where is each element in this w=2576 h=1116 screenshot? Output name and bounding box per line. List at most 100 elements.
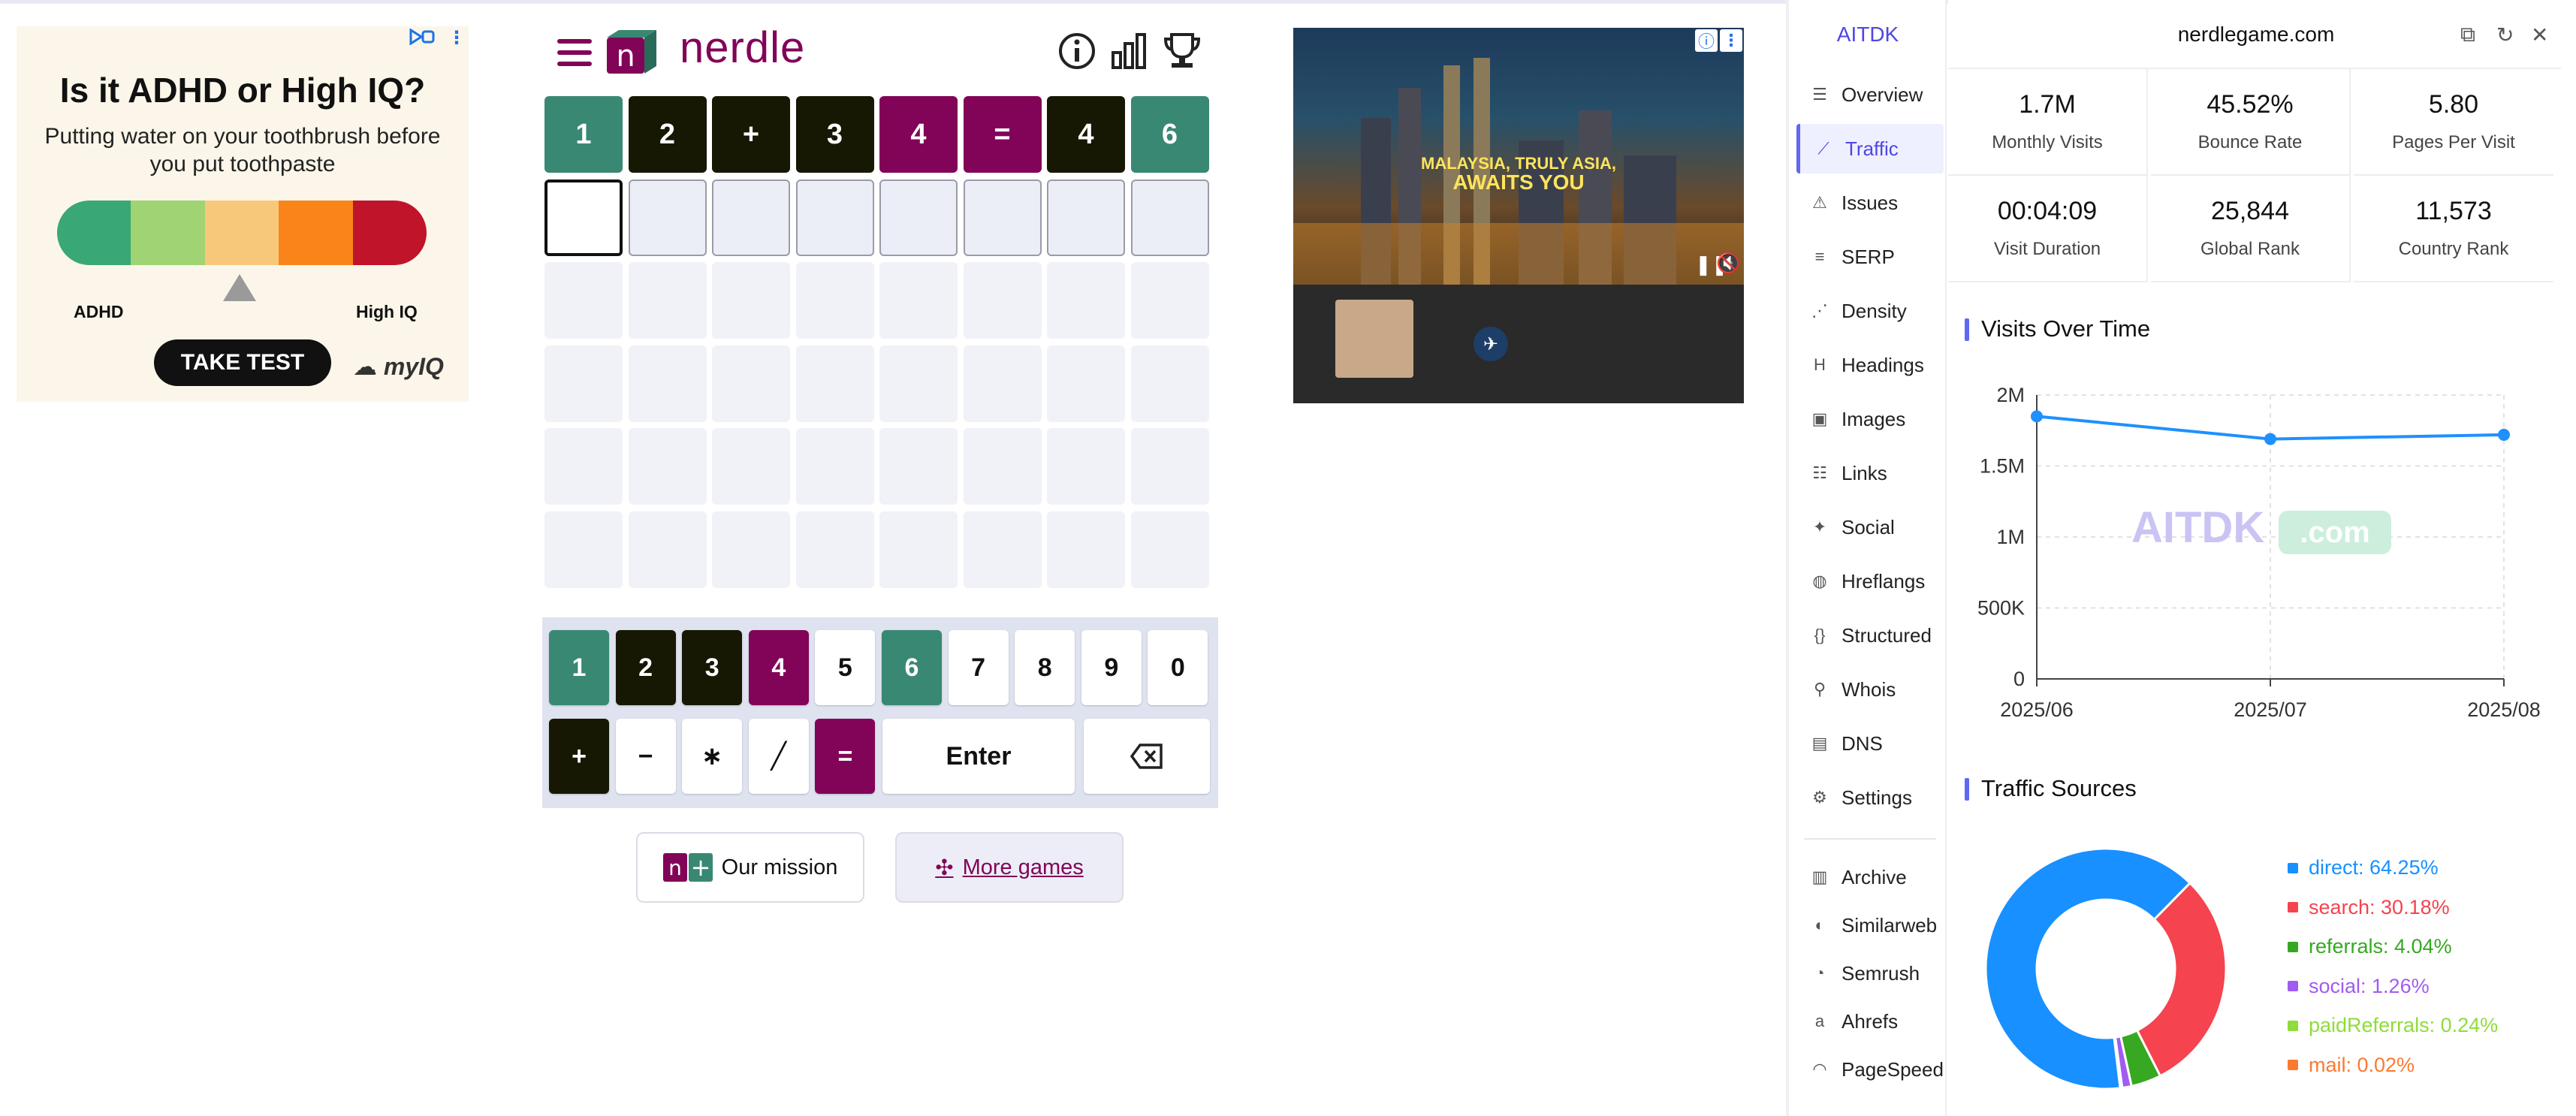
adchoices-icon[interactable]: [409, 29, 435, 45]
input-tile[interactable]: [628, 179, 707, 256]
input-tile[interactable]: [544, 179, 623, 256]
crop-icon[interactable]: ⧉: [2460, 23, 2475, 47]
stat-value: 25,844: [2211, 197, 2289, 225]
sidebar-item-serp[interactable]: ≡ SERP: [1796, 232, 1944, 282]
tool-link-archive[interactable]: ▥ Archive: [1796, 856, 1944, 898]
key-digit[interactable]: 9: [1081, 630, 1142, 705]
sidebar-item-traffic[interactable]: ⟋ Traffic: [1796, 124, 1944, 173]
meter-label-left: ADHD: [74, 302, 124, 321]
our-mission-button[interactable]: n + Our mission: [636, 832, 864, 903]
key-digit[interactable]: 3: [682, 630, 743, 705]
sidebar-item-dns[interactable]: ▤ DNS: [1796, 719, 1944, 768]
sidebar-item-whois[interactable]: ⚲ Whois: [1796, 665, 1944, 714]
hreflangs-icon: ◍: [1812, 572, 1827, 590]
ad-options-icon[interactable]: ⋮: [448, 27, 466, 49]
guess-tile: 1: [544, 96, 623, 173]
key-digit[interactable]: 7: [948, 630, 1009, 705]
sidebar-item-label: Links: [1842, 461, 1887, 484]
input-tile[interactable]: [879, 179, 958, 256]
legend-label: paidReferrals: 0.24%: [2309, 1014, 2499, 1036]
key-digit[interactable]: 1: [549, 630, 609, 705]
sidebar-item-label: Images: [1842, 407, 1906, 430]
legend-item[interactable]: direct: 64.25%: [2288, 856, 2439, 879]
legend-item[interactable]: mail: 0.02%: [2288, 1054, 2415, 1077]
ad-banner-adhd[interactable]: Is it ADHD or High IQ? Putting water on …: [17, 26, 469, 402]
key-operator[interactable]: −: [615, 719, 676, 794]
aitdk-brand[interactable]: AITDK: [1789, 23, 1947, 47]
input-tile[interactable]: [795, 179, 874, 256]
key-digit[interactable]: 5: [815, 630, 876, 705]
ad-brand-label: myIQ: [383, 353, 444, 380]
sidebar-item-social[interactable]: ✦ Social: [1796, 502, 1944, 552]
key-digit[interactable]: 0: [1148, 630, 1208, 705]
sidebar-item-label: Headings: [1842, 353, 1924, 376]
visits-point[interactable]: [2031, 410, 2043, 423]
key-operator[interactable]: ∗: [682, 719, 743, 794]
more-games-button[interactable]: ✣ More games: [895, 832, 1124, 903]
menu-icon[interactable]: [557, 39, 592, 66]
key-digit[interactable]: 6: [882, 630, 942, 705]
x-tick-label: 2025/08: [2467, 698, 2541, 721]
enter-key[interactable]: Enter: [882, 719, 1075, 794]
sidebar-item-issues[interactable]: ⚠ Issues: [1796, 178, 1944, 228]
legend-label: search: 30.18%: [2309, 895, 2450, 918]
blank-tile: [712, 345, 790, 422]
similarweb-icon: ◐: [1814, 915, 1825, 934]
trophy-icon[interactable]: [1161, 30, 1203, 72]
meter-segment: [204, 201, 279, 265]
links-icon: ☷: [1812, 463, 1827, 482]
key-digit[interactable]: 4: [748, 630, 809, 705]
sidebar-item-overview[interactable]: ☰ Overview: [1796, 70, 1944, 119]
input-tile[interactable]: [1047, 179, 1125, 256]
sidebar-item-settings[interactable]: ⚙ Settings: [1796, 773, 1944, 822]
tool-link-semrush[interactable]: ◔ Semrush: [1796, 952, 1944, 994]
tool-link-ahrefs[interactable]: a Ahrefs: [1796, 1000, 1944, 1042]
tool-link-similarweb[interactable]: ◐ Similarweb: [1796, 904, 1944, 946]
blank-tile: [879, 262, 958, 339]
close-icon[interactable]: ✕: [2531, 23, 2548, 47]
traffic-sources-donut: [1984, 847, 2228, 1090]
sidebar-item-links[interactable]: ☷ Links: [1796, 448, 1944, 498]
sidebar-item-headings[interactable]: H Headings: [1796, 340, 1944, 390]
nerdle-wordmark[interactable]: nerdle: [680, 23, 805, 73]
backspace-key[interactable]: [1084, 719, 1210, 794]
sidebar-item-images[interactable]: ▣ Images: [1796, 394, 1944, 444]
key-operator[interactable]: +: [549, 719, 609, 794]
key-operator[interactable]: =: [815, 719, 876, 794]
video-ad[interactable]: MALAYSIA, TRULY ASIA, AWAITS YOU ❚❚ 🔇 ✈ …: [1293, 28, 1744, 403]
stat-card: 00:04:09 Visit Duration: [1948, 176, 2148, 282]
take-test-button[interactable]: TAKE TEST: [154, 339, 331, 386]
blank-tile: [879, 428, 958, 505]
sidebar-item-hreflangs[interactable]: ◍ Hreflangs: [1796, 556, 1944, 606]
info-icon[interactable]: [1056, 30, 1098, 72]
sidebar-item-density[interactable]: ⋰ Density: [1796, 286, 1944, 336]
blank-tile: [628, 345, 707, 422]
nerdle-plus-logo-icon: n +: [662, 853, 713, 882]
key-digit[interactable]: 2: [615, 630, 676, 705]
ad-thumbnail[interactable]: [1335, 300, 1413, 378]
key-operator[interactable]: ╱: [748, 719, 809, 794]
legend-item[interactable]: referrals: 4.04%: [2288, 935, 2452, 958]
y-tick-label: 0: [2013, 668, 2025, 690]
input-tile[interactable]: [1130, 179, 1209, 256]
tool-link-pagespeed[interactable]: ◠ PageSpeed: [1796, 1048, 1944, 1090]
ad-info-icon[interactable]: ⓘ: [1695, 29, 1718, 52]
sidebar-item-label: Hreflangs: [1842, 569, 1926, 593]
input-tile[interactable]: [712, 179, 790, 256]
input-tile[interactable]: [963, 179, 1042, 256]
ad-expand-icon[interactable]: ✈: [1474, 327, 1508, 361]
key-digit[interactable]: 8: [1015, 630, 1075, 705]
legend-item[interactable]: social: 1.26%: [2288, 975, 2430, 998]
visits-point[interactable]: [2264, 433, 2276, 445]
legend-item[interactable]: search: 30.18%: [2288, 896, 2450, 919]
sidebar-item-structured[interactable]: {} Structured: [1796, 611, 1944, 660]
refresh-icon[interactable]: ↻: [2496, 23, 2514, 47]
stat-label: Monthly Visits: [1992, 132, 2103, 152]
ad-menu-icon[interactable]: ⋮: [1720, 29, 1742, 52]
legend-label: mail: 0.02%: [2309, 1053, 2415, 1076]
visits-point[interactable]: [2498, 428, 2510, 441]
keyboard-row-digits: 1234567890: [549, 630, 1211, 705]
legend-item[interactable]: paidReferrals: 0.24%: [2288, 1014, 2498, 1037]
mute-icon[interactable]: 🔇: [1716, 252, 1740, 275]
stats-icon[interactable]: [1109, 30, 1151, 72]
